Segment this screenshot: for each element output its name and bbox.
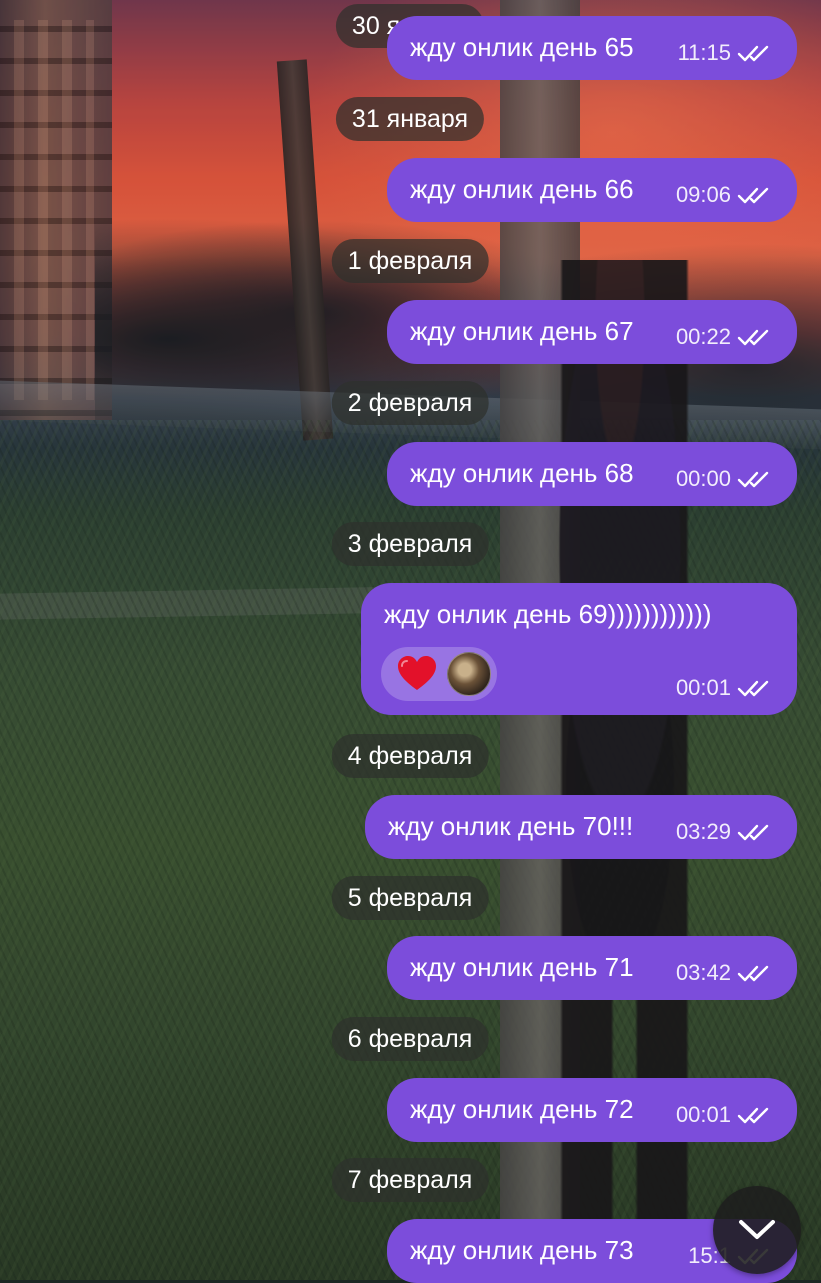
message-text: жду онлик день 73 (410, 1235, 634, 1265)
double-check-icon (737, 45, 769, 62)
message-meta: 11:15 (678, 40, 773, 66)
message-meta: 03:42 (676, 960, 773, 986)
message-text: жду онлик день 72 (410, 1094, 634, 1124)
message-time: 03:42 (675, 960, 731, 985)
message-time: 00:00 (675, 466, 731, 491)
message-text: жду онлик день 68 (410, 458, 634, 488)
message-text: жду онлик день 70!!! (388, 811, 634, 841)
message-meta: 00:01 (676, 1102, 773, 1128)
date-separator: 1 февраля (331, 239, 489, 283)
message-text: жду онлик день 69)))))))))))) (384, 599, 712, 629)
message-bubble[interactable]: жду онлик день 71 03:42 (387, 936, 797, 1000)
double-check-icon (737, 824, 769, 841)
date-separator: 7 февраля (331, 1158, 489, 1202)
heart-icon (398, 656, 436, 690)
message-time: 00:01 (675, 1102, 731, 1127)
reaction-user-avatar (447, 652, 491, 696)
message-time: 00:01 (675, 675, 731, 700)
date-separator: 31 января (335, 97, 485, 141)
double-check-icon (737, 329, 769, 346)
double-check-icon (737, 187, 769, 204)
message-time: 11:15 (677, 40, 731, 65)
reaction-chip[interactable] (381, 647, 497, 701)
message-list[interactable]: 30 января жду онлик день 65 11:15 31 янв… (0, 0, 821, 1283)
message-bubble[interactable]: жду онлик день 70!!! 03:29 (365, 795, 797, 859)
date-separator: 6 февраля (331, 1017, 489, 1061)
date-separator: 4 февраля (331, 734, 489, 778)
message-bubble[interactable]: жду онлик день 66 09:06 (387, 158, 797, 222)
message-bubble[interactable]: жду онлик день 68 00:00 (387, 442, 797, 506)
date-separator: 3 февраля (331, 522, 489, 566)
message-bubble[interactable]: жду онлик день 65 11:15 (387, 16, 797, 80)
message-meta: 00:00 (676, 466, 773, 492)
chevron-down-icon (739, 1220, 775, 1239)
message-meta: 03:29 (676, 819, 773, 845)
message-time: 03:29 (675, 819, 731, 844)
date-separator: 2 февраля (331, 381, 489, 425)
message-time: 00:22 (675, 324, 731, 349)
message-meta: 09:06 (676, 182, 773, 208)
scroll-to-bottom-button[interactable] (713, 1186, 801, 1274)
double-check-icon (737, 965, 769, 982)
date-separator: 5 февраля (331, 876, 489, 920)
message-text: жду онлик день 65 (410, 32, 634, 62)
message-meta: 00:01 (676, 675, 773, 701)
double-check-icon (737, 471, 769, 488)
message-text: жду онлик день 66 (410, 174, 634, 204)
message-text: жду онлик день 71 (410, 952, 634, 982)
message-bubble[interactable]: жду онлик день 72 00:01 (387, 1078, 797, 1142)
message-bubble[interactable]: жду онлик день 67 00:22 (387, 300, 797, 364)
double-check-icon (737, 680, 769, 697)
double-check-icon (737, 1107, 769, 1124)
message-text: жду онлик день 67 (410, 316, 634, 346)
message-meta: 00:22 (676, 324, 773, 350)
message-time: 09:06 (675, 182, 731, 207)
message-bubble[interactable]: жду онлик день 69)))))))))))) 00:01 (361, 583, 797, 715)
